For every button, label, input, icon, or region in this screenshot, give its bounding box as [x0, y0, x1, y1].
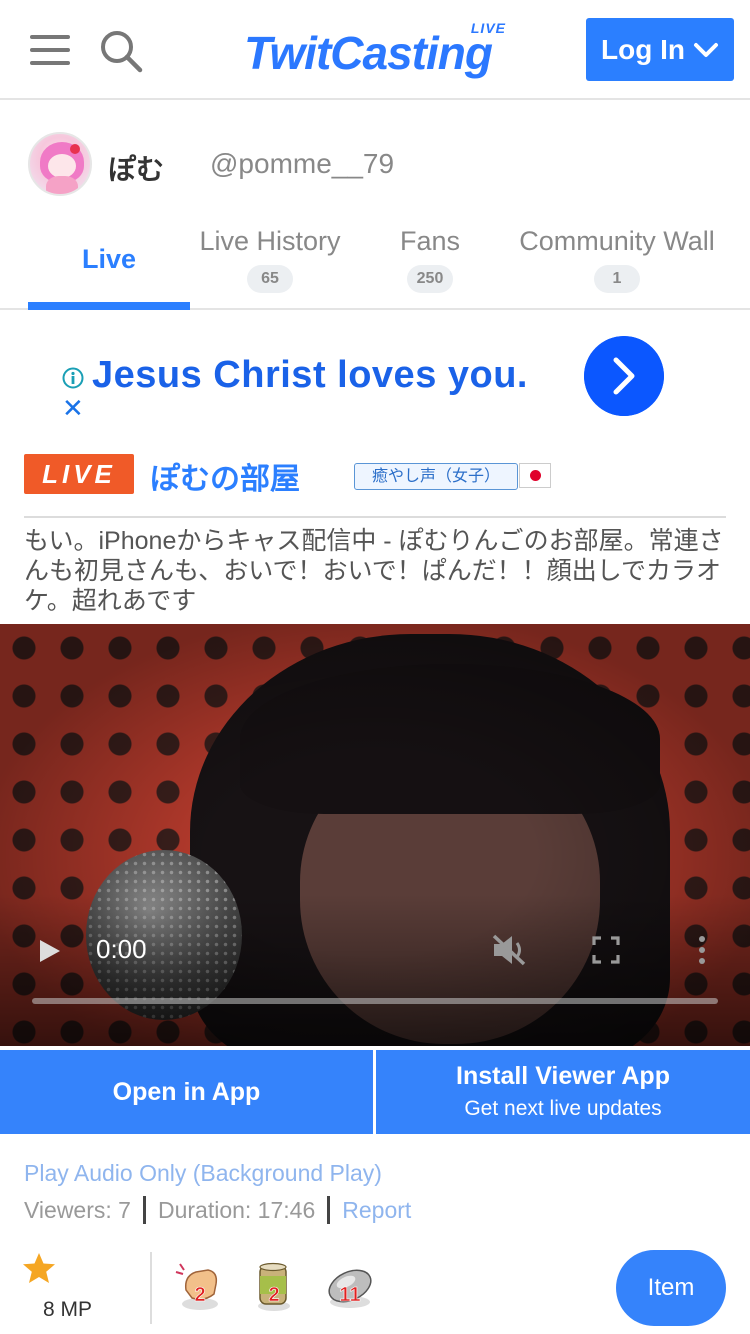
item-button-label: Item [647, 1274, 695, 1301]
live-badge: LIVE [24, 454, 134, 494]
live-description: もい。iPhoneからキャス配信中 - ぽむりんごのお部屋。常連さんも初見さんも… [24, 527, 724, 615]
active-tab-underline [28, 302, 190, 310]
category-tag[interactable]: 癒やし声（女子） [354, 463, 518, 490]
tab-community-wall-count: 1 [594, 265, 640, 293]
clap-count: 2 [194, 1284, 206, 1307]
tab-fans[interactable]: Fans 250 [380, 210, 480, 310]
tab-live-history-label: Live History [199, 226, 341, 256]
audio-only-link[interactable]: Play Audio Only (Background Play) [24, 1160, 382, 1187]
divider [24, 516, 726, 518]
open-in-app-button[interactable]: Open in App [0, 1050, 373, 1134]
duration: Duration: 17:46 [157, 1196, 316, 1223]
viewers-count: Viewers: 7 [24, 1196, 131, 1223]
live-title[interactable]: ぽむの部屋 [150, 454, 300, 498]
tab-fans-count: 250 [406, 265, 454, 293]
mp-points: 8 MP [43, 1298, 93, 1321]
tea-can-icon[interactable]: 2 [248, 1260, 300, 1312]
video-player[interactable]: 0:00 [0, 624, 750, 1046]
item-button[interactable]: Item [616, 1250, 726, 1326]
profile-name[interactable]: ぽむ [108, 148, 164, 188]
tab-live-history[interactable]: Live History 65 [190, 210, 350, 310]
open-in-app-label: Open in App [112, 1077, 261, 1106]
live-stats: Viewers: 7 Duration: 17:46 Report [24, 1196, 411, 1224]
divider [150, 1252, 152, 1324]
fullscreen-icon[interactable] [592, 936, 620, 964]
close-icon[interactable]: ✕ [62, 395, 84, 421]
mute-icon[interactable] [490, 932, 530, 968]
more-options-icon[interactable] [696, 934, 708, 966]
tab-live-label: Live [81, 244, 137, 274]
tab-live-history-count: 65 [247, 265, 293, 293]
install-subtitle: Get next live updates [464, 1097, 662, 1120]
japan-flag-icon [519, 463, 551, 488]
login-label: Log In [601, 33, 685, 65]
login-button[interactable]: Log In [586, 18, 734, 81]
profile-header: ぽむ @pomme__79 [0, 100, 750, 210]
hamburger-menu-icon[interactable] [30, 35, 70, 65]
profile-handle: @pomme__79 [210, 148, 395, 179]
report-link[interactable]: Report [342, 1197, 411, 1224]
tab-community-wall-label: Community Wall [519, 226, 715, 256]
chevron-down-icon [693, 42, 718, 57]
avatar[interactable] [28, 132, 92, 196]
install-title: Install Viewer App [456, 1062, 670, 1090]
info-icon[interactable] [62, 367, 84, 389]
video-time: 0:00 [96, 934, 147, 964]
ad-text[interactable]: Jesus Christ loves you. [92, 354, 528, 397]
play-icon[interactable] [38, 938, 62, 964]
search-icon[interactable] [98, 28, 144, 74]
logo-live-badge: LIVE [470, 20, 506, 36]
clap-icon[interactable]: 2 [174, 1260, 226, 1312]
app-header: TwitCasting LIVE Log In [0, 0, 750, 100]
tab-community-wall[interactable]: Community Wall 1 [508, 210, 726, 310]
twitcasting-logo[interactable]: TwitCasting LIVE [244, 20, 508, 80]
pill-capsule-icon[interactable]: 11 [324, 1260, 376, 1312]
tea-can-count: 2 [268, 1284, 280, 1307]
chevron-right-icon[interactable] [584, 336, 664, 416]
progress-bar[interactable] [32, 998, 718, 1004]
app-button-row: Open in App Install Viewer App Get next … [0, 1050, 750, 1134]
pill-capsule-count: 11 [339, 1284, 361, 1307]
tab-fans-label: Fans [399, 226, 461, 256]
tab-live[interactable]: Live [28, 210, 190, 310]
profile-tabs: Live Live History 65 Fans 250 Community … [0, 210, 750, 310]
star-icon [23, 1253, 55, 1283]
install-viewer-app-button[interactable]: Install Viewer App Get next live updates [376, 1050, 750, 1134]
logo-text: TwitCasting [244, 27, 493, 79]
